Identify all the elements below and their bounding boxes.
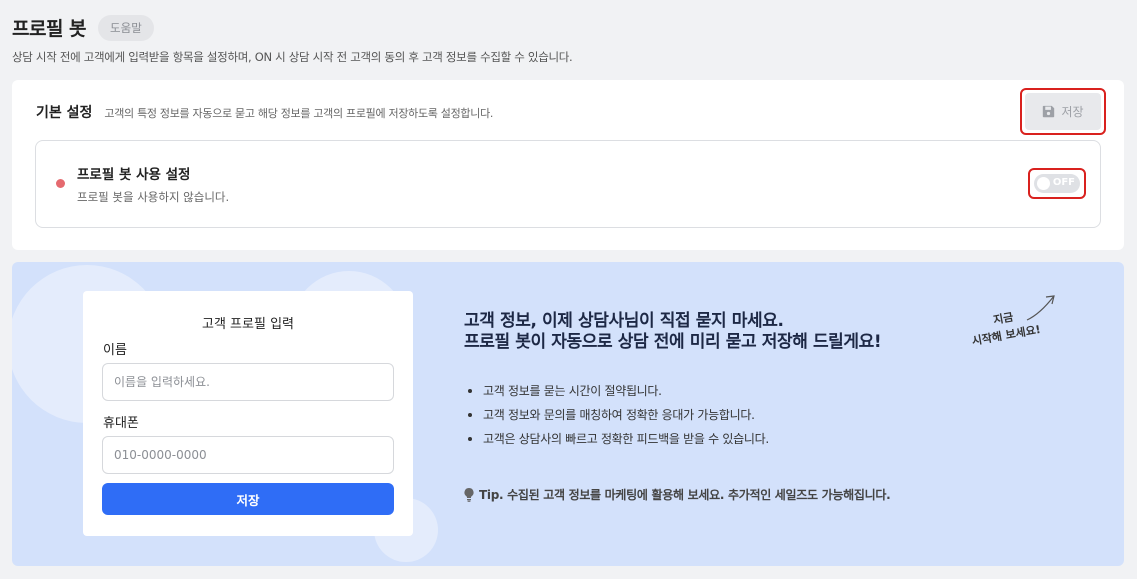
bullet-icon — [468, 437, 472, 441]
page-description: 상담 시작 전에 고객에게 입력받을 항목을 설정하며, ON 시 상담 시작 … — [12, 50, 573, 64]
cta-handwriting: 지금 시작해 보세요! — [968, 304, 1042, 350]
page-title: 프로필 봇 — [12, 18, 87, 40]
help-button[interactable]: 도움말 — [98, 14, 154, 41]
profile-bot-status-text: 프로필 봇을 사용하지 않습니다. — [77, 190, 230, 204]
basic-settings-title: 기본 설정 — [36, 105, 93, 121]
basic-settings-description: 고객의 특정 정보를 자동으로 묻고 해당 정보를 고객의 프로필에 저장하도록… — [104, 107, 494, 120]
form-save-button[interactable]: 저장 — [102, 483, 394, 515]
name-label: 이름 — [103, 343, 127, 358]
bullet-icon — [468, 389, 472, 393]
promo-headline: 고객 정보, 이제 상담사님이 직접 묻지 마세요. 프로필 봇이 자동으로 상… — [464, 311, 882, 353]
list-item: 고객 정보와 문의를 매칭하여 정확한 응대가 가능합니다. — [468, 406, 769, 430]
promo-banner: 고객 프로필 입력 이름 휴대폰 저장 고객 정보, 이제 상담사님이 직접 묻… — [12, 262, 1124, 566]
profile-bot-setting-title: 프로필 봇 사용 설정 — [77, 167, 191, 183]
profile-bot-setting-box: 프로필 봇 사용 설정 프로필 봇을 사용하지 않습니다. OFF — [35, 140, 1101, 228]
save-button-label: 저장 — [1061, 105, 1084, 119]
toggle-knob — [1037, 177, 1050, 190]
save-button[interactable]: 저장 — [1025, 93, 1101, 130]
page-header: 프로필 봇 도움말 상담 시작 전에 고객에게 입력받을 항목을 설정하며, O… — [12, 14, 573, 65]
basic-settings-card: 기본 설정 고객의 특정 정보를 자동으로 묻고 해당 정보를 고객의 프로필에… — [12, 80, 1124, 250]
promo-headline-line2: 프로필 봇이 자동으로 상담 전에 미리 묻고 저장해 드릴게요! — [464, 332, 882, 352]
benefit-text: 고객은 상담사의 빠르고 정확한 피드백을 받을 수 있습니다. — [483, 432, 769, 446]
tip-text: Tip. 수집된 고객 정보를 마케팅에 활용해 보세요. 추가적인 세일즈도 … — [479, 488, 891, 502]
promo-headline-line1: 고객 정보, 이제 상담사님이 직접 묻지 마세요. — [464, 311, 784, 331]
phone-input[interactable] — [102, 436, 394, 474]
form-title: 고객 프로필 입력 — [202, 317, 294, 332]
profile-form-preview: 고객 프로필 입력 이름 휴대폰 저장 — [83, 291, 413, 536]
lightbulb-icon — [464, 487, 474, 502]
toggle-label: OFF — [1052, 177, 1075, 188]
benefits-list: 고객 정보를 묻는 시간이 절약됩니다. 고객 정보와 문의를 매칭하여 정확한… — [468, 382, 769, 454]
list-item: 고객 정보를 묻는 시간이 절약됩니다. — [468, 382, 769, 406]
phone-label: 휴대폰 — [103, 416, 139, 431]
floppy-disk-icon — [1043, 105, 1055, 118]
tip: Tip. 수집된 고객 정보를 마케팅에 활용해 보세요. 추가적인 세일즈도 … — [464, 486, 891, 503]
list-item: 고객은 상담사의 빠르고 정확한 피드백을 받을 수 있습니다. — [468, 430, 769, 454]
name-input[interactable] — [102, 363, 394, 401]
profile-bot-toggle[interactable]: OFF — [1034, 174, 1080, 193]
status-dot-icon — [56, 179, 65, 188]
save-button-highlight: 저장 — [1020, 88, 1106, 135]
bullet-icon — [468, 413, 472, 417]
benefit-text: 고객 정보와 문의를 매칭하여 정확한 응대가 가능합니다. — [483, 408, 755, 422]
benefit-text: 고객 정보를 묻는 시간이 절약됩니다. — [483, 384, 662, 398]
toggle-highlight: OFF — [1028, 168, 1086, 199]
